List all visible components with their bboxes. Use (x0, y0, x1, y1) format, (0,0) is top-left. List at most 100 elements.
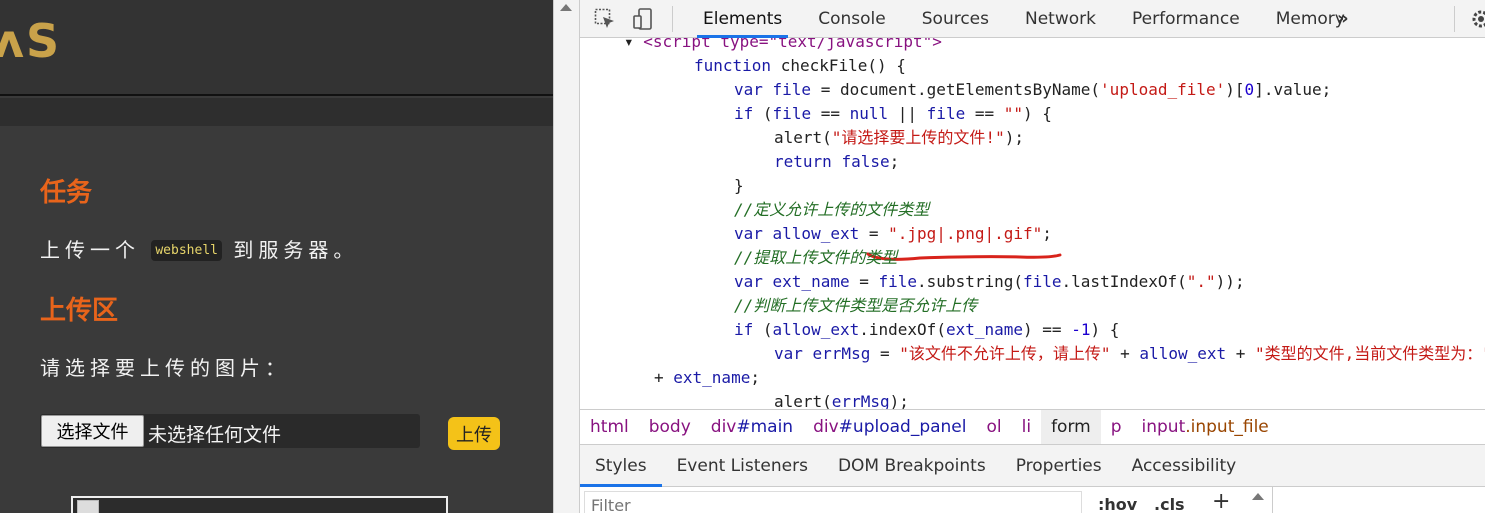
page-header: ᴧS (0, 0, 553, 96)
task-text-after: 到服务器。 (233, 238, 359, 262)
code-line[interactable]: //判断上传文件类型是否允许上传 (734, 294, 977, 318)
code-token: = (870, 344, 900, 363)
gear-icon[interactable] (1470, 8, 1485, 30)
code-token: allow_ext (772, 224, 860, 243)
code-token: var (774, 344, 813, 363)
code-token: var (734, 272, 773, 291)
device-toolbar-icon[interactable] (632, 8, 654, 30)
code-token: alert( (774, 128, 832, 147)
code-token: ) { (1023, 104, 1052, 123)
code-token: if (734, 320, 763, 339)
upload-heading: 上传区 (40, 296, 119, 326)
breadcrumb-item[interactable]: input .input_file (1132, 410, 1279, 444)
scroll-up-arrow-icon[interactable] (560, 4, 572, 11)
sidebar-tabs: Styles Event Listeners DOM Breakpoints Prop… (580, 445, 1485, 487)
devtools-tabs: Elements Console Sources Network Performance… (685, 0, 1363, 38)
code-token: //判断上传文件类型是否允许上传 (734, 296, 978, 315)
code-token: ext_name (945, 320, 1024, 339)
code-token: == (965, 104, 1004, 123)
code-token: errMsg (812, 344, 871, 363)
code-line[interactable]: function checkFile() { (694, 54, 906, 78)
code-token: )); (1215, 272, 1245, 291)
tab-performance[interactable]: Performance (1114, 0, 1258, 38)
code-token: alert( (774, 392, 832, 409)
code-line[interactable]: ▾ <script type="text/javascript"> (624, 38, 942, 54)
code-token: .indexOf( (859, 320, 946, 339)
site-logo[interactable]: ᴧS (0, 14, 61, 68)
breadcrumb-item[interactable]: form (1041, 410, 1101, 444)
code-token: ext_name (772, 272, 850, 291)
styles-filter-input[interactable] (584, 491, 1082, 513)
subtab-dom-breakpoints[interactable]: DOM Breakpoints (823, 445, 1001, 487)
tab-elements[interactable]: Elements (685, 0, 800, 38)
more-tabs-icon[interactable]: » (1337, 8, 1349, 29)
code-token: || (888, 104, 927, 123)
code-token: ].value; (1254, 80, 1332, 99)
code-token: file (1023, 272, 1062, 291)
code-line[interactable]: alert(errMsg); (774, 390, 909, 409)
code-line[interactable]: //定义允许上传的文件类型 (734, 198, 929, 222)
code-token: ( (762, 104, 773, 123)
subtab-accessibility[interactable]: Accessibility (1117, 445, 1252, 487)
code-line[interactable]: return false; (774, 150, 899, 174)
code-token: checkFile() { (780, 56, 906, 75)
breadcrumb-item[interactable]: html (580, 410, 639, 444)
breadcrumb-item[interactable]: div #upload_panel (803, 410, 976, 444)
scroll-up-arrow-icon[interactable] (1252, 493, 1264, 500)
tab-sources[interactable]: Sources (904, 0, 1007, 38)
upload-button[interactable]: 上传 (448, 417, 500, 450)
code-token: file (772, 104, 812, 123)
panel-divider[interactable] (553, 0, 580, 513)
code-line[interactable]: + ext_name; (654, 366, 760, 390)
breadcrumb-item[interactable]: ol (976, 410, 1011, 444)
subtab-properties[interactable]: Properties (1001, 445, 1117, 487)
code-line[interactable]: } (734, 174, 744, 198)
inspect-element-icon[interactable] (594, 8, 616, 30)
code-token: errMsg (831, 392, 890, 409)
code-line[interactable]: alert("请选择要上传的文件!"); (774, 126, 1024, 150)
choose-file-button[interactable]: 选择文件 (41, 415, 144, 447)
code-token: "该文件不允许上传，请上传" (899, 344, 1111, 363)
file-input[interactable]: 选择文件 未选择任何文件 (40, 414, 420, 448)
code-token: + (1226, 344, 1256, 363)
broken-image-icon (77, 500, 99, 513)
breadcrumb-item[interactable]: div #main (701, 410, 803, 444)
code-token: //提取上传文件的类型 (734, 248, 898, 267)
subtab-event-listeners[interactable]: Event Listeners (662, 445, 823, 487)
tab-network[interactable]: Network (1007, 0, 1114, 38)
code-token: <script type="text/javascript"> (643, 38, 942, 51)
code-token: ( (762, 320, 773, 339)
breadcrumb-item[interactable]: p (1101, 410, 1132, 444)
breadcrumb-tag: div (813, 417, 839, 437)
code-line[interactable]: var errMsg = "该文件不允许上传，请上传" + allow_ext … (774, 342, 1485, 366)
code-line[interactable]: var allow_ext = ".jpg|.png|.gif"; (734, 222, 1052, 246)
elements-source-view[interactable]: ▾ <script type="text/javascript"> functio… (580, 38, 1485, 409)
hov-toggle[interactable]: :hov (1098, 495, 1137, 513)
code-token: .lastIndexOf( (1061, 272, 1187, 291)
code-line[interactable]: if (allow_ext.indexOf(ext_name) == -1) { (734, 318, 1119, 342)
code-token: = (859, 224, 889, 243)
new-style-rule-button[interactable]: + (1212, 489, 1230, 513)
code-token: false (841, 152, 890, 171)
breadcrumb-selector: .input_file (1185, 417, 1269, 437)
code-line[interactable]: //提取上传文件的类型 (734, 246, 897, 270)
code-line[interactable]: var ext_name = file.substring(file.lastI… (734, 270, 1245, 294)
tab-console[interactable]: Console (800, 0, 904, 38)
cls-toggle[interactable]: .cls (1154, 495, 1185, 513)
code-token: 'upload_file' (1100, 80, 1226, 99)
code-line[interactable]: if (file == null || file == "") { (734, 102, 1052, 126)
breadcrumb-item[interactable]: body (639, 410, 701, 444)
toolbar-separator (1454, 6, 1455, 32)
devtools-toolbar: Elements Console Sources Network Performance… (580, 0, 1485, 38)
code-token: ext_name (673, 368, 751, 387)
code-token: "" (1003, 104, 1023, 123)
code-token: ) { (1090, 320, 1120, 339)
breadcrumb-item[interactable]: li (1012, 410, 1041, 444)
code-token: var (734, 224, 773, 243)
subtab-styles[interactable]: Styles (580, 445, 662, 487)
code-token: var (734, 80, 773, 99)
code-token: + (654, 368, 674, 387)
code-line[interactable]: var file = document.getElementsByName('u… (734, 78, 1331, 102)
code-token: "." (1186, 272, 1216, 291)
code-token: ; (750, 368, 760, 387)
